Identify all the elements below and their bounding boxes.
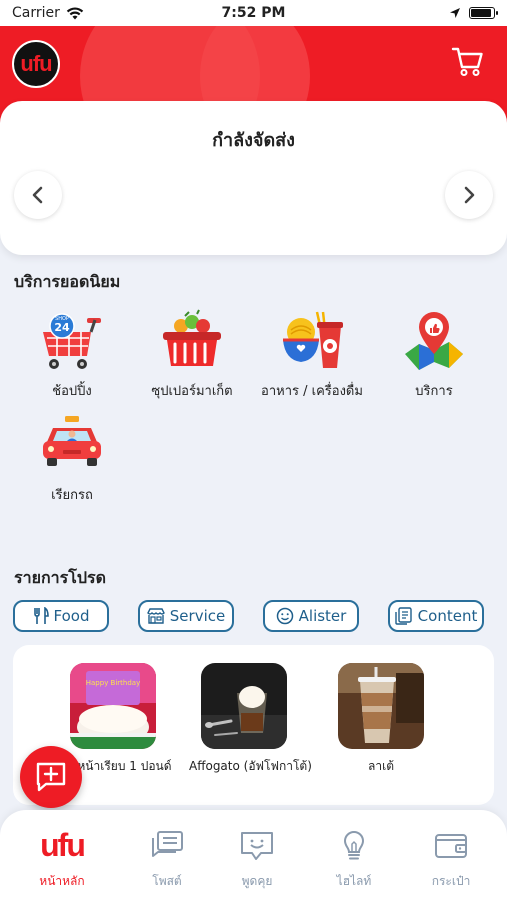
chip-food[interactable]: Food [13, 600, 109, 632]
chip-content[interactable]: Content [388, 600, 484, 632]
shop-icon [146, 608, 165, 624]
favorite-item-latte[interactable]: ลาเต้ [326, 663, 436, 776]
fork-knife-icon [33, 607, 49, 624]
favorites-title: รายการโปรด [14, 568, 106, 587]
taxi-car-icon [43, 416, 101, 466]
service-shopping[interactable]: SHOP 24 ช้อปปิ้ง [12, 308, 132, 401]
service-food-drink[interactable]: อาหาร / เครื่องดื่ม [252, 308, 372, 401]
next-button[interactable] [445, 171, 493, 219]
latte-image [338, 663, 424, 749]
document-icon [394, 607, 412, 625]
svg-text:ufu: ufu [40, 830, 84, 862]
chat-icon [241, 832, 273, 860]
wifi-icon [66, 6, 84, 19]
status-right-group [449, 7, 498, 19]
ufu-logo[interactable]: ufu [12, 40, 60, 88]
service-label: อาหาร / เครื่องดื่ม [261, 384, 363, 399]
delivery-title: กำลังจัดส่ง [212, 130, 295, 151]
location-arrow-icon [450, 8, 460, 18]
tab-chat[interactable]: พูดคุย [217, 830, 297, 891]
chip-label: Content [417, 607, 478, 625]
service-label: ซุปเปอร์มาเก็ต [151, 384, 233, 399]
tab-label: ไฮไลท์ [336, 874, 372, 888]
chip-label: Alister [298, 607, 347, 625]
favorites-list-card: Happy Birthday เค้กหน้าเรียบ 1 ปอนด์ Aff… [13, 645, 494, 805]
delivery-status-card: กำลังจัดส่ง [0, 101, 507, 255]
tab-highlight[interactable]: ไฮไลท์ [314, 830, 394, 891]
tab-label: โพสต์ [152, 874, 182, 888]
chevron-right-icon [464, 186, 475, 204]
chip-alister[interactable]: Alister [263, 600, 359, 632]
bottom-tab-bar: ufu หน้าหลัก โพสต์ พูดคุย ไฮไลท์ กระเป๋า [0, 810, 507, 900]
service-taxi[interactable]: เรียกรถ [12, 412, 132, 505]
cart-icon[interactable] [451, 44, 485, 78]
favorite-item-affogato[interactable]: Affogato (อัฟโฟกาโต้) [189, 663, 312, 776]
favorites-filter-chips: Food Service Alister Content [13, 600, 484, 632]
popular-services-title: บริการยอดนิยม [14, 272, 121, 291]
carrier-group: Carrier [12, 5, 84, 21]
chip-service[interactable]: Service [138, 600, 234, 632]
tab-home[interactable]: ufu หน้าหลัก [22, 827, 102, 891]
tab-label: หน้าหลัก [39, 874, 85, 888]
new-post-fab[interactable] [20, 746, 82, 808]
service-label: บริการ [415, 384, 453, 399]
affogato-image [201, 663, 287, 749]
carrier-label: Carrier [12, 5, 60, 21]
cake-image: Happy Birthday [70, 663, 156, 749]
service-map-pin-icon [405, 312, 463, 370]
ufu-logo-icon: ufu [40, 827, 86, 863]
favorite-item-name: ลาเต้ [368, 759, 394, 773]
tab-post[interactable]: โพสต์ [127, 830, 207, 891]
wallet-icon [435, 834, 467, 858]
chevron-left-icon [32, 186, 43, 204]
svg-text:Happy Birthday: Happy Birthday [86, 679, 141, 687]
lightbulb-icon [343, 830, 365, 860]
chip-label: Food [53, 607, 90, 625]
service-general[interactable]: บริการ [374, 308, 494, 401]
chip-label: Service [169, 607, 226, 625]
service-supermarket[interactable]: ซุปเปอร์มาเก็ต [132, 308, 252, 401]
svg-text:24: 24 [54, 321, 70, 334]
food-drink-icon [283, 311, 343, 368]
smile-icon [276, 607, 293, 625]
post-icon [152, 831, 183, 857]
tab-wallet[interactable]: กระเป๋า [411, 830, 491, 891]
battery-icon [469, 7, 498, 19]
service-label: ช้อปปิ้ง [52, 384, 92, 399]
add-message-icon [36, 762, 66, 792]
supermarket-basket-icon [163, 309, 221, 366]
tab-label: พูดคุย [241, 874, 273, 888]
logo-text: ufu [20, 51, 52, 76]
shopping-cart-24-icon: SHOP 24 [43, 313, 101, 369]
favorite-item-name: Affogato (อัฟโฟกาโต้) [189, 759, 312, 773]
previous-button[interactable] [14, 171, 62, 219]
tab-label: กระเป๋า [431, 874, 471, 888]
service-label: เรียกรถ [51, 488, 93, 503]
status-bar: Carrier 7:52 PM [0, 0, 507, 26]
